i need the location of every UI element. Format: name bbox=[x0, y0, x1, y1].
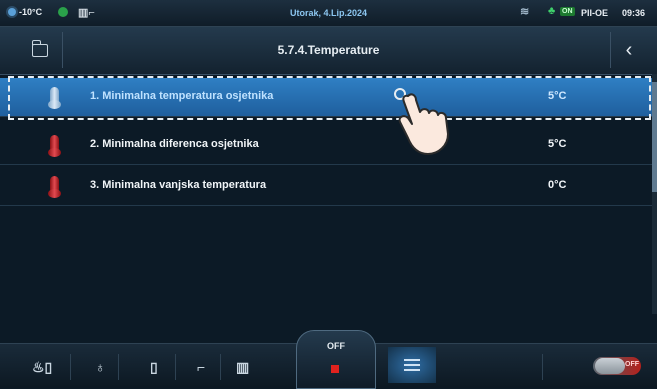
leaf-icon: ♣ bbox=[548, 5, 556, 17]
item-value: 0°C bbox=[548, 179, 567, 191]
tap-icon[interactable]: ⌐ bbox=[197, 359, 205, 375]
device-mode: PII-OE bbox=[581, 8, 609, 18]
off-button[interactable]: OFF bbox=[296, 330, 376, 389]
divider bbox=[118, 354, 119, 380]
item-label: 2. Minimalna diferenca osjetnika bbox=[90, 138, 259, 150]
wifi-icon: ≋ bbox=[520, 6, 530, 18]
toggle-knob bbox=[595, 358, 625, 374]
list-item[interactable]: 1. Minimalna temperatura osjetnika 5°C bbox=[0, 78, 657, 117]
status-time: 09:36 bbox=[622, 8, 646, 18]
menu-button[interactable] bbox=[388, 347, 436, 383]
system-icon[interactable]: ♨▯ bbox=[32, 359, 52, 376]
list-item[interactable]: 3. Minimalna vanjska temperatura 0°C bbox=[0, 167, 657, 206]
toggle-label: OFF bbox=[625, 361, 639, 368]
divider bbox=[175, 354, 176, 380]
menu-icon bbox=[404, 359, 420, 371]
settings-list: 1. Minimalna temperatura osjetnika 5°C 2… bbox=[0, 74, 657, 314]
page-title: 5.7.4.Temperature bbox=[277, 43, 380, 57]
divider bbox=[220, 354, 221, 380]
power-toggle[interactable]: OFF bbox=[593, 357, 641, 375]
scrollbar[interactable] bbox=[652, 74, 657, 314]
item-value: 5°C bbox=[548, 138, 567, 150]
flame-icon[interactable]: ♁ bbox=[95, 359, 106, 375]
status-date: Utorak, 4.Lip.2024 bbox=[289, 8, 368, 18]
thermometer-icon bbox=[48, 135, 61, 157]
boiler-icon[interactable]: ▯ bbox=[150, 359, 158, 376]
item-label: 3. Minimalna vanjska temperatura bbox=[90, 179, 267, 191]
thermometer-icon bbox=[48, 87, 61, 109]
stop-icon bbox=[331, 365, 339, 373]
divider bbox=[70, 354, 71, 380]
status-bar: -10°C ▥⌐ Utorak, 4.Lip.2024 ≋ ♣ ON PII-O… bbox=[0, 0, 657, 27]
off-label: OFF bbox=[327, 341, 345, 351]
back-button[interactable]: ‹ bbox=[610, 32, 647, 68]
radiator-icon[interactable]: ▥ bbox=[236, 359, 249, 376]
list-item[interactable]: 2. Minimalna diferenca osjetnika 5°C bbox=[0, 126, 657, 165]
item-value: 5°C bbox=[548, 90, 567, 102]
title-bar: 5.7.4.Temperature ‹ bbox=[0, 27, 657, 75]
on-badge: ON bbox=[560, 7, 575, 16]
divider bbox=[542, 354, 543, 380]
hand-pointer-icon bbox=[394, 88, 449, 155]
scroll-thumb[interactable] bbox=[652, 82, 657, 192]
item-label: 1. Minimalna temperatura osjetnika bbox=[90, 90, 274, 102]
thermometer-icon bbox=[48, 176, 61, 198]
